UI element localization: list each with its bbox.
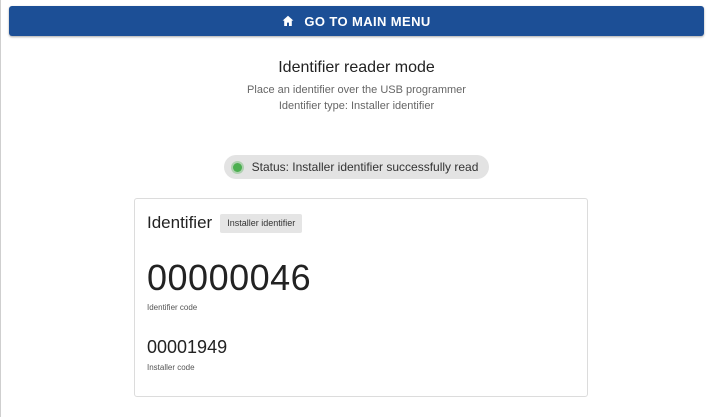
identifier-code-label: Identifier code: [147, 303, 198, 312]
page: GO TO MAIN MENU Identifier reader mode P…: [0, 0, 711, 417]
card-title: Identifier: [147, 213, 213, 232]
status-badge: Status: Installer identifier successfull…: [223, 155, 490, 179]
instruction-text: Place an identifier over the USB program…: [247, 84, 466, 96]
installer-code-label: Installer code: [147, 363, 195, 372]
identifier-code-value: 00000046: [147, 257, 312, 298]
reader-header: Identifier reader mode Place an identifi…: [1, 59, 711, 114]
installer-code-value: 00001949: [147, 337, 228, 357]
main-menu-button[interactable]: GO TO MAIN MENU: [9, 6, 704, 36]
status-text: Status: Installer identifier successfull…: [251, 160, 479, 174]
identifier-card: Identifier Installer identifier 00000046…: [134, 198, 588, 397]
main-menu-label: GO TO MAIN MENU: [304, 13, 431, 29]
status-indicator-icon: [232, 162, 242, 172]
status-row: Status: Installer identifier successfull…: [1, 155, 711, 179]
identifier-type-text: Identifier type: Installer identifier: [278, 100, 435, 112]
identifier-type-badge: Installer identifier: [220, 213, 303, 233]
home-icon: [282, 15, 294, 26]
page-title: Identifier reader mode: [278, 59, 435, 76]
card-header: Identifier Installer identifier: [147, 213, 303, 233]
